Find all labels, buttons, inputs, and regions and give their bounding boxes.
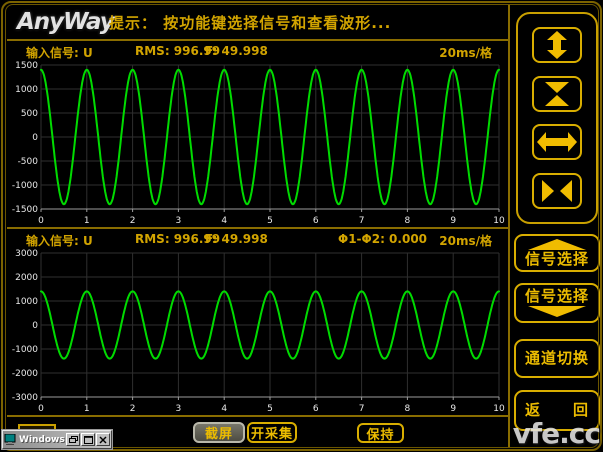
svg-text:8: 8 xyxy=(405,216,411,225)
signal-select-up-label: 信号选择 xyxy=(525,251,589,268)
svg-text:1: 1 xyxy=(84,404,90,413)
svg-text:2: 2 xyxy=(130,216,136,225)
svg-text:2000: 2000 xyxy=(15,273,38,283)
svg-text:1000: 1000 xyxy=(15,297,38,307)
hold-button[interactable]: 保持 xyxy=(357,423,404,443)
svg-text:6: 6 xyxy=(313,216,319,225)
svg-text:5: 5 xyxy=(267,216,273,225)
compress-vertical-icon xyxy=(537,80,577,108)
taskbar-window[interactable]: Windows ... xyxy=(2,430,112,449)
screenshot-button[interactable]: 截屏 xyxy=(193,422,245,443)
svg-text:-1000: -1000 xyxy=(12,345,38,355)
sidebar: 信号选择 信号选择 通道切换 返 回 xyxy=(510,5,599,448)
taskbar-window-title: Windows ... xyxy=(19,435,65,445)
panel2-phase-value: Φ1-Φ2: 0.000 xyxy=(338,232,427,246)
anyway-logo: AnyWay xyxy=(17,9,105,35)
triangle-down-icon xyxy=(528,306,586,317)
horizontal-compress-button[interactable] xyxy=(532,173,582,209)
close-icon xyxy=(99,436,107,444)
restore-icon xyxy=(69,436,78,444)
analyzer-screen: AnyWay 提示： 按功能键选择信号和查看波形... 输入信号: U RMS:… xyxy=(0,0,603,452)
back-button[interactable]: 返 回 xyxy=(514,390,600,431)
svg-text:0: 0 xyxy=(32,321,38,331)
panel2-freq-value: F: 49.998 xyxy=(205,232,268,246)
svg-text:8: 8 xyxy=(405,404,411,413)
svg-text:0: 0 xyxy=(32,133,38,143)
waveform-panel-1: 输入信号: U RMS: 996.99 F: 49.998 20ms/格 012… xyxy=(7,41,508,227)
svg-text:4: 4 xyxy=(221,404,227,413)
svg-text:-1500: -1500 xyxy=(12,205,38,215)
svg-text:-500: -500 xyxy=(18,157,39,167)
svg-text:3: 3 xyxy=(176,404,182,413)
svg-text:500: 500 xyxy=(21,109,38,119)
svg-text:1000: 1000 xyxy=(15,85,38,95)
svg-text:-3000: -3000 xyxy=(12,393,38,403)
waveform-chart-2: 0 1 2 3 4 5 6 7 8 9 10 3000 2000 1000 0 -1000 -2000 -3000 xyxy=(7,245,505,413)
svg-text:0: 0 xyxy=(38,404,44,413)
header-bar: AnyWay 提示： 按功能键选择信号和查看波形... xyxy=(7,5,508,41)
svg-text:1: 1 xyxy=(84,216,90,225)
triangle-up-icon xyxy=(528,239,586,250)
signal-select-up-button[interactable]: 信号选择 xyxy=(514,234,600,272)
zoom-button-group xyxy=(516,12,598,224)
compress-horizontal-icon xyxy=(537,177,577,205)
hint-title: 提示： 按功能键选择信号和查看波形... xyxy=(109,12,391,33)
horizontal-expand-button[interactable] xyxy=(532,124,582,160)
expand-horizontal-icon xyxy=(537,128,577,156)
expand-vertical-icon xyxy=(537,31,577,59)
signal-select-down-button[interactable]: 信号选择 xyxy=(514,283,600,323)
svg-text:7: 7 xyxy=(359,404,365,413)
svg-text:3000: 3000 xyxy=(15,249,38,259)
svg-text:7: 7 xyxy=(359,216,365,225)
svg-text:1500: 1500 xyxy=(15,61,38,71)
svg-text:5: 5 xyxy=(267,404,273,413)
maximize-button[interactable] xyxy=(81,433,95,446)
waveform-panel-2: 输入信号: U RMS: 996.99 F: 49.998 Φ1-Φ2: 0.0… xyxy=(7,229,508,415)
svg-text:4: 4 xyxy=(221,216,227,225)
svg-text:6: 6 xyxy=(313,404,319,413)
vertical-expand-button[interactable] xyxy=(532,27,582,63)
svg-text:10: 10 xyxy=(493,404,505,413)
svg-text:-1000: -1000 xyxy=(12,181,38,191)
svg-text:9: 9 xyxy=(450,404,456,413)
svg-text:10: 10 xyxy=(493,216,505,225)
svg-text:9: 9 xyxy=(450,216,456,225)
channel-switch-button[interactable]: 通道切换 xyxy=(514,339,600,378)
close-button[interactable] xyxy=(96,433,110,446)
maximize-icon xyxy=(84,436,93,444)
channel-switch-label: 通道切换 xyxy=(525,350,589,367)
svg-text:2: 2 xyxy=(130,404,136,413)
start-acquisition-button[interactable]: 开采集 xyxy=(247,422,297,443)
vertical-compress-button[interactable] xyxy=(532,76,582,112)
back-label: 返 回 xyxy=(525,402,589,419)
panel1-freq-value: F: 49.998 xyxy=(205,44,268,58)
windows-app-icon xyxy=(4,434,16,445)
signal-select-down-label: 信号选择 xyxy=(525,288,589,305)
restore-button[interactable] xyxy=(66,433,80,446)
waveform-chart-1: 0 1 2 3 4 5 6 7 8 9 10 1500 1000 500 0 -500 -1000 -1500 xyxy=(7,57,505,225)
svg-text:0: 0 xyxy=(38,216,44,225)
svg-text:3: 3 xyxy=(176,216,182,225)
svg-text:-2000: -2000 xyxy=(12,369,38,379)
